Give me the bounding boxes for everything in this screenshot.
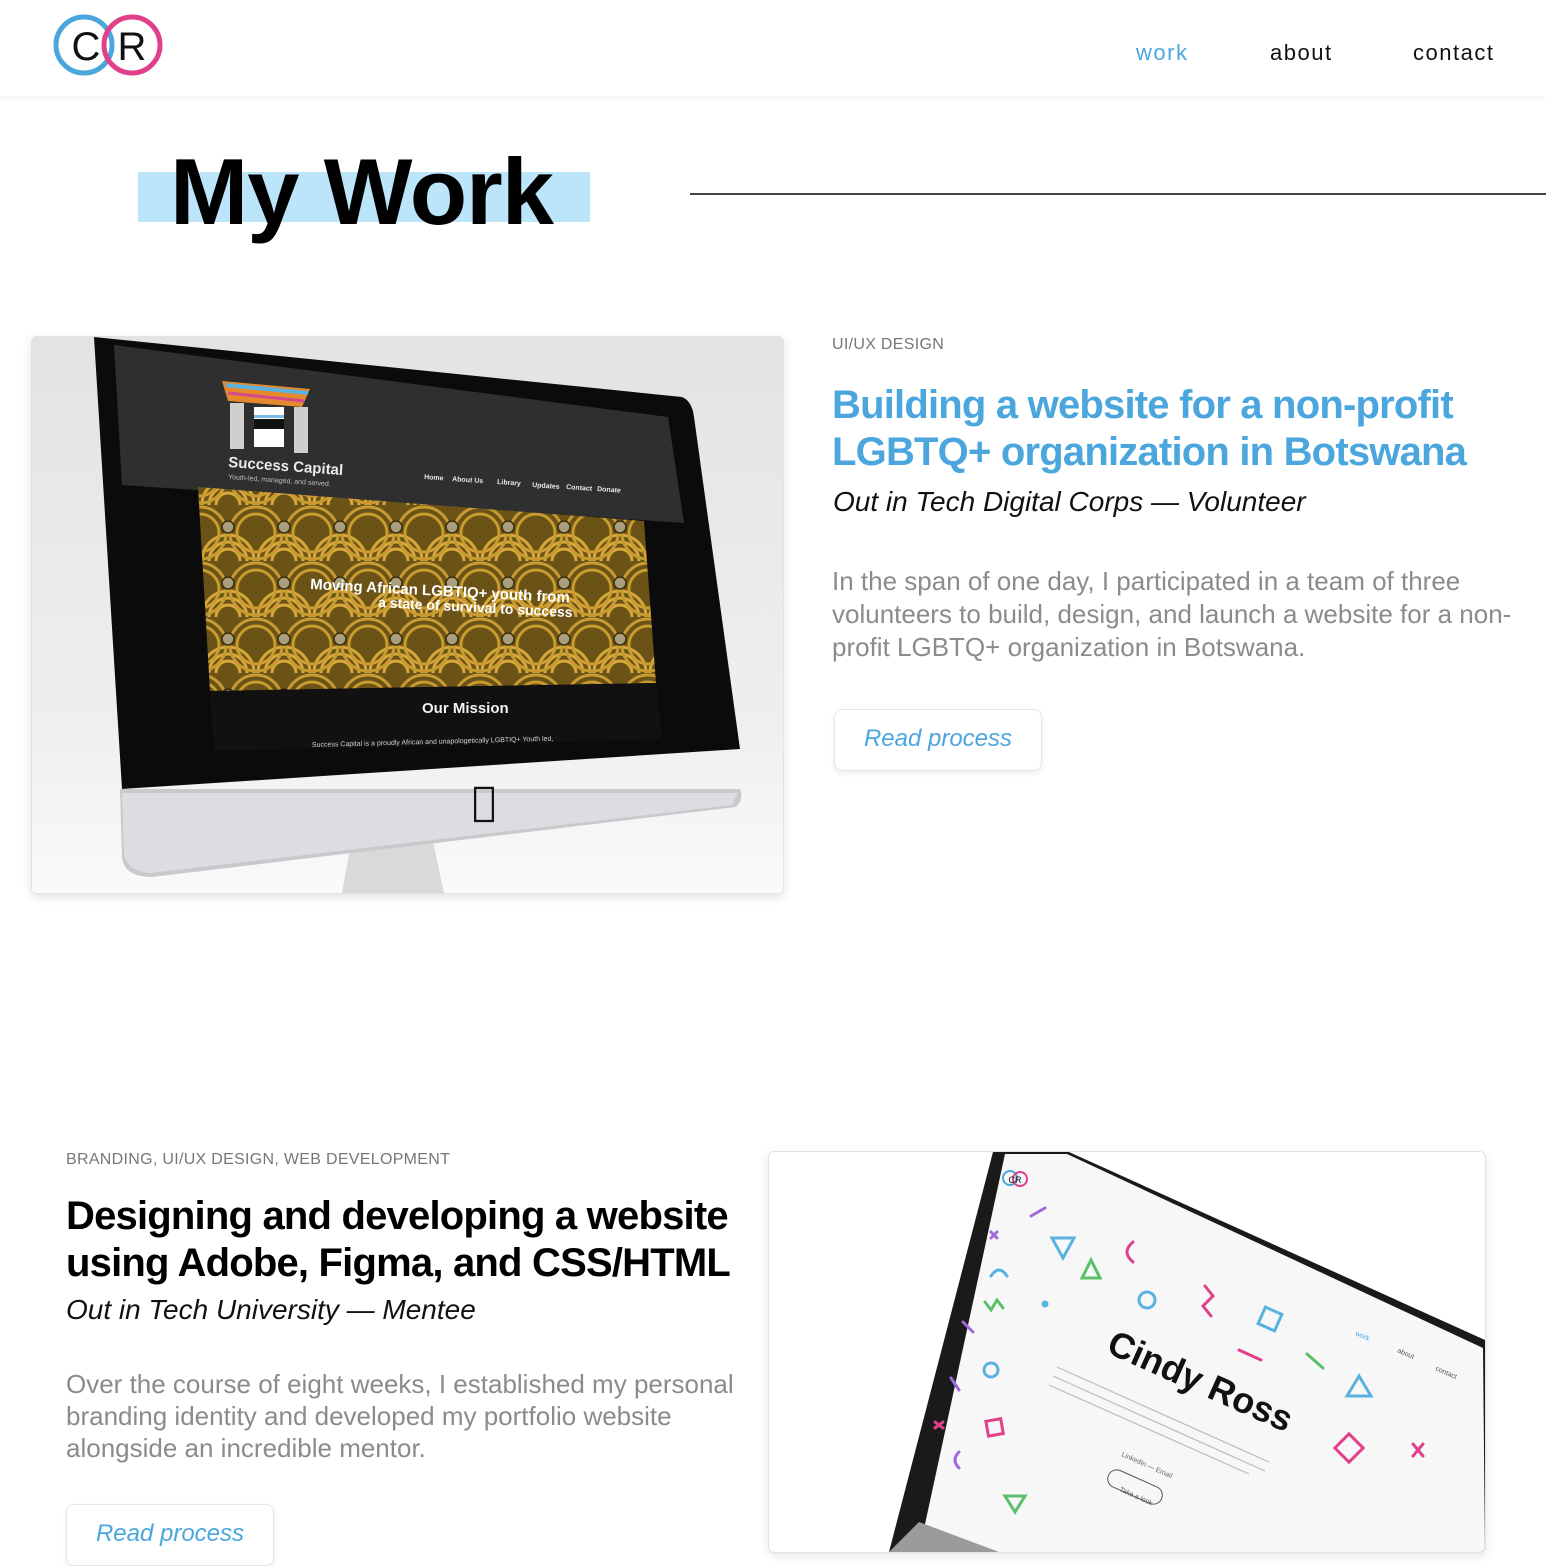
project-1-category: UI/UX DESIGN [832,336,945,353]
svg-text:R: R [118,25,147,69]
site-header: C R work about contact [0,0,1546,96]
project-1-image[interactable]:  Success Capital Youth-led, managed, an… [31,336,784,894]
project-2-category: BRANDING, UI/UX DESIGN, WEB DEVELOPMENT [66,1151,451,1168]
page-title: My Work [170,139,554,244]
read-process-button[interactable]: Read process [834,709,1042,771]
svg-text::  [472,779,496,825]
logo[interactable]: C R [52,10,166,80]
nav-about[interactable]: about [1270,40,1333,66]
mockup-mission-heading: Our Mission [422,700,509,717]
svg-text:C: C [72,25,101,69]
nav-contact[interactable]: contact [1413,40,1494,66]
mockup-mini-logo: CR [1009,1175,1022,1185]
project-2-role: Out in Tech University — Mentee [66,1294,476,1325]
project-2-description: Over the course of eight weeks, I establ… [66,1369,734,1463]
project-1-title[interactable]: Building a website for a non-profit LGBT… [832,382,1512,476]
project-2-image[interactable]: CR work about contact Cindy Ross LinkedI… [768,1151,1486,1553]
project-1-description: In the span of one day, I participated i… [832,566,1512,662]
project-1-role: Out in Tech Digital Corps — Volunteer [833,486,1306,517]
nav-work[interactable]: work [1136,40,1188,66]
mockup-nav-home: Home [424,474,444,482]
imac-mockup:  Success Capital Youth-led, managed, an… [94,337,742,893]
project-2-title[interactable]: Designing and developing a website using… [66,1193,746,1287]
laptop-mockup: CR work about contact Cindy Ross LinkedI… [889,1152,1485,1552]
read-process-button-2[interactable]: Read process [66,1504,274,1566]
title-divider [690,193,1546,195]
